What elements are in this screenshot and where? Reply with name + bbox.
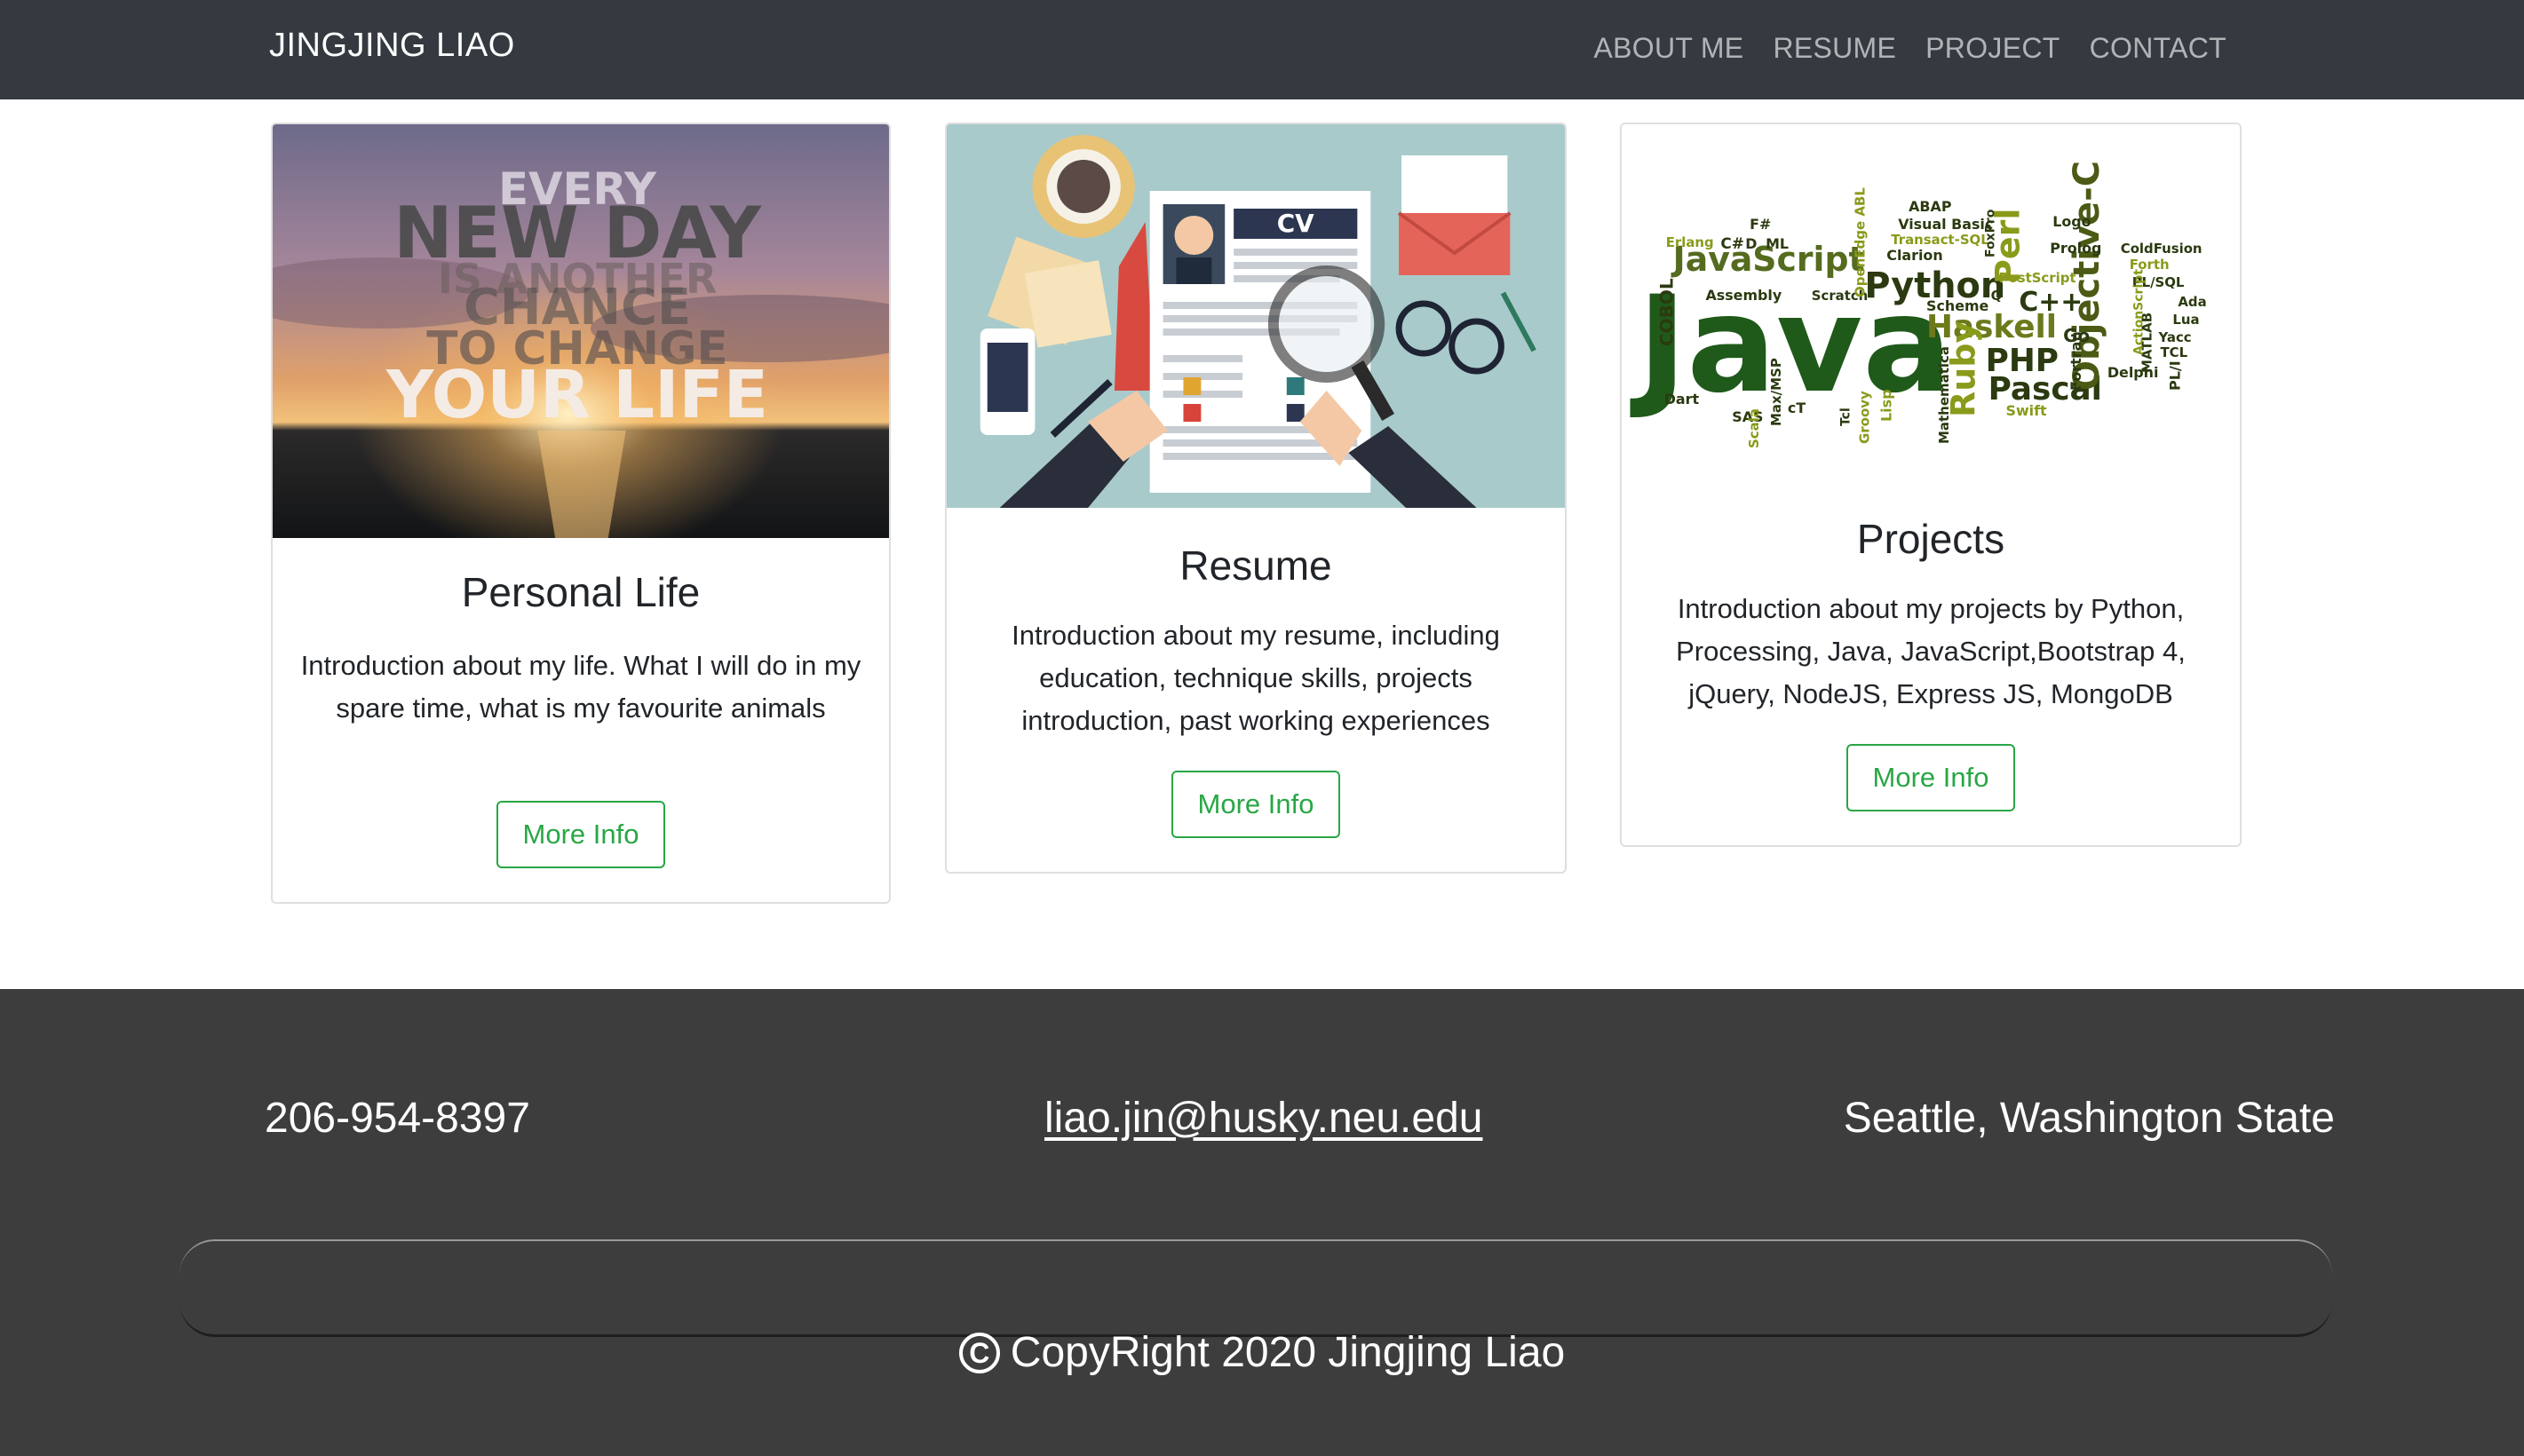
wordcloud-word: ABAP [1909,198,1952,215]
sunset-quote-image: EVERY NEW DAY IS ANOTHER CHANCE TO CHANG… [273,124,889,538]
more-info-button[interactable]: More Info [1846,744,2015,811]
wordcloud-word: PostScript [1999,270,2076,286]
wordcloud-word: ML [1766,235,1789,252]
card-text: Introduction about my projects by Python… [1676,593,2186,709]
footer-location: Seattle, Washington State [1843,1095,2335,1142]
programming-word-cloud: Java JavaScript Python Haskell PHP Pasca… [1622,124,2240,479]
wordcloud-word: D [1745,235,1757,252]
wordcloud-word: Transact-SQL [1891,232,1989,248]
wordcloud-word: Lua [2172,312,2199,328]
wordcloud-word: Max/MSP [1768,358,1784,426]
card-text: Introduction about my resume, including … [1012,620,1500,736]
wordcloud-word: Logo [2052,213,2091,230]
copyright-text: CopyRight 2020 Jingjing Liao [1010,1329,1566,1376]
footer-divider-bottom [179,1239,2332,1275]
footer-email-link[interactable]: liao.jin@husky.neu.edu [1044,1094,1482,1143]
wordcloud-word: Tcl [1839,408,1853,426]
wordcloud-word: PL/I [2166,360,2183,391]
wordcloud-word: FoxPro [1984,210,1998,257]
wordcloud-word: Mathematica [1936,346,1952,444]
more-info-button[interactable]: More Info [1171,771,1340,838]
card-title: Personal Life [461,569,701,615]
wordcloud-word: Visual Basic [1898,216,1993,233]
wordcloud-word: COBOL [1656,278,1678,346]
navbar: JINGJING LIAO ABOUT ME RESUME PROJECT CO… [0,0,2524,99]
nav-link-project[interactable]: PROJECT [1925,32,2060,65]
wordcloud-word: Erlang [1666,234,1714,250]
wordcloud-word: OpenEdge ABL [1852,187,1868,297]
wordcloud-word: Clarion [1886,247,1942,264]
wordcloud-word: Assembly [1705,287,1782,304]
nav-links: ABOUT ME RESUME PROJECT CONTACT [1564,32,2226,65]
more-info-button[interactable]: More Info [496,801,665,868]
wordcloud-word: Scala [1746,408,1762,448]
wordcloud-word: F# [1750,216,1771,233]
nav-link-resume[interactable]: RESUME [1773,32,1896,65]
wordcloud-word: Yacc [2158,329,2192,345]
wordcloud-word: Scheme [1926,297,1988,314]
wordcloud-word: Go [2063,325,2090,346]
cv-label: CV [1277,209,1314,238]
wordcloud-word: Swift [2006,402,2047,419]
nav-link-contact[interactable]: CONTACT [2090,32,2226,65]
wordcloud-word: Ada [2178,294,2206,310]
quote-line-6: YOUR LIFE [385,358,768,433]
brand-logo[interactable]: JINGJING LIAO [269,27,515,65]
footer: 206-954-8397 liao.jin@husky.neu.edu Seat… [0,989,2524,1456]
nav-link-about-me[interactable]: ABOUT ME [1593,32,1743,65]
wordcloud-word: Groovy [1856,391,1872,444]
wordcloud-word: ActionScript [2132,269,2147,355]
footer-phone: 206-954-8397 [265,1095,530,1142]
wordcloud-word: Lisp [1877,389,1894,422]
card-personal-life: EVERY NEW DAY IS ANOTHER CHANCE TO CHANG… [271,123,891,904]
wordcloud-word: Prolog [2050,240,2101,257]
wordcloud-word: cT [1788,400,1806,416]
card-resume: CV Resume Introduction about my resume, … [945,123,1567,874]
resume-cv-illustration: CV [947,124,1565,508]
wordcloud-word: Dart [1664,391,1700,408]
footer-copyright: C CopyRight 2020 Jingjing Liao [0,1328,2524,1377]
wordcloud-word: Q [1991,288,2003,304]
card-title: Projects [1856,516,2005,562]
wordcloud-word: ColdFusion [2121,241,2203,257]
wordcloud-word: C# [1720,234,1744,252]
copyright-icon: C [958,1333,1000,1373]
wordcloud-word: TCL [2161,344,2188,360]
card-title: Resume [1179,542,1332,589]
card-projects: Java JavaScript Python Haskell PHP Pasca… [1620,123,2242,847]
wordcloud-word: C++ [2019,287,2083,318]
card-text: Introduction about my life. What I will … [300,650,861,724]
